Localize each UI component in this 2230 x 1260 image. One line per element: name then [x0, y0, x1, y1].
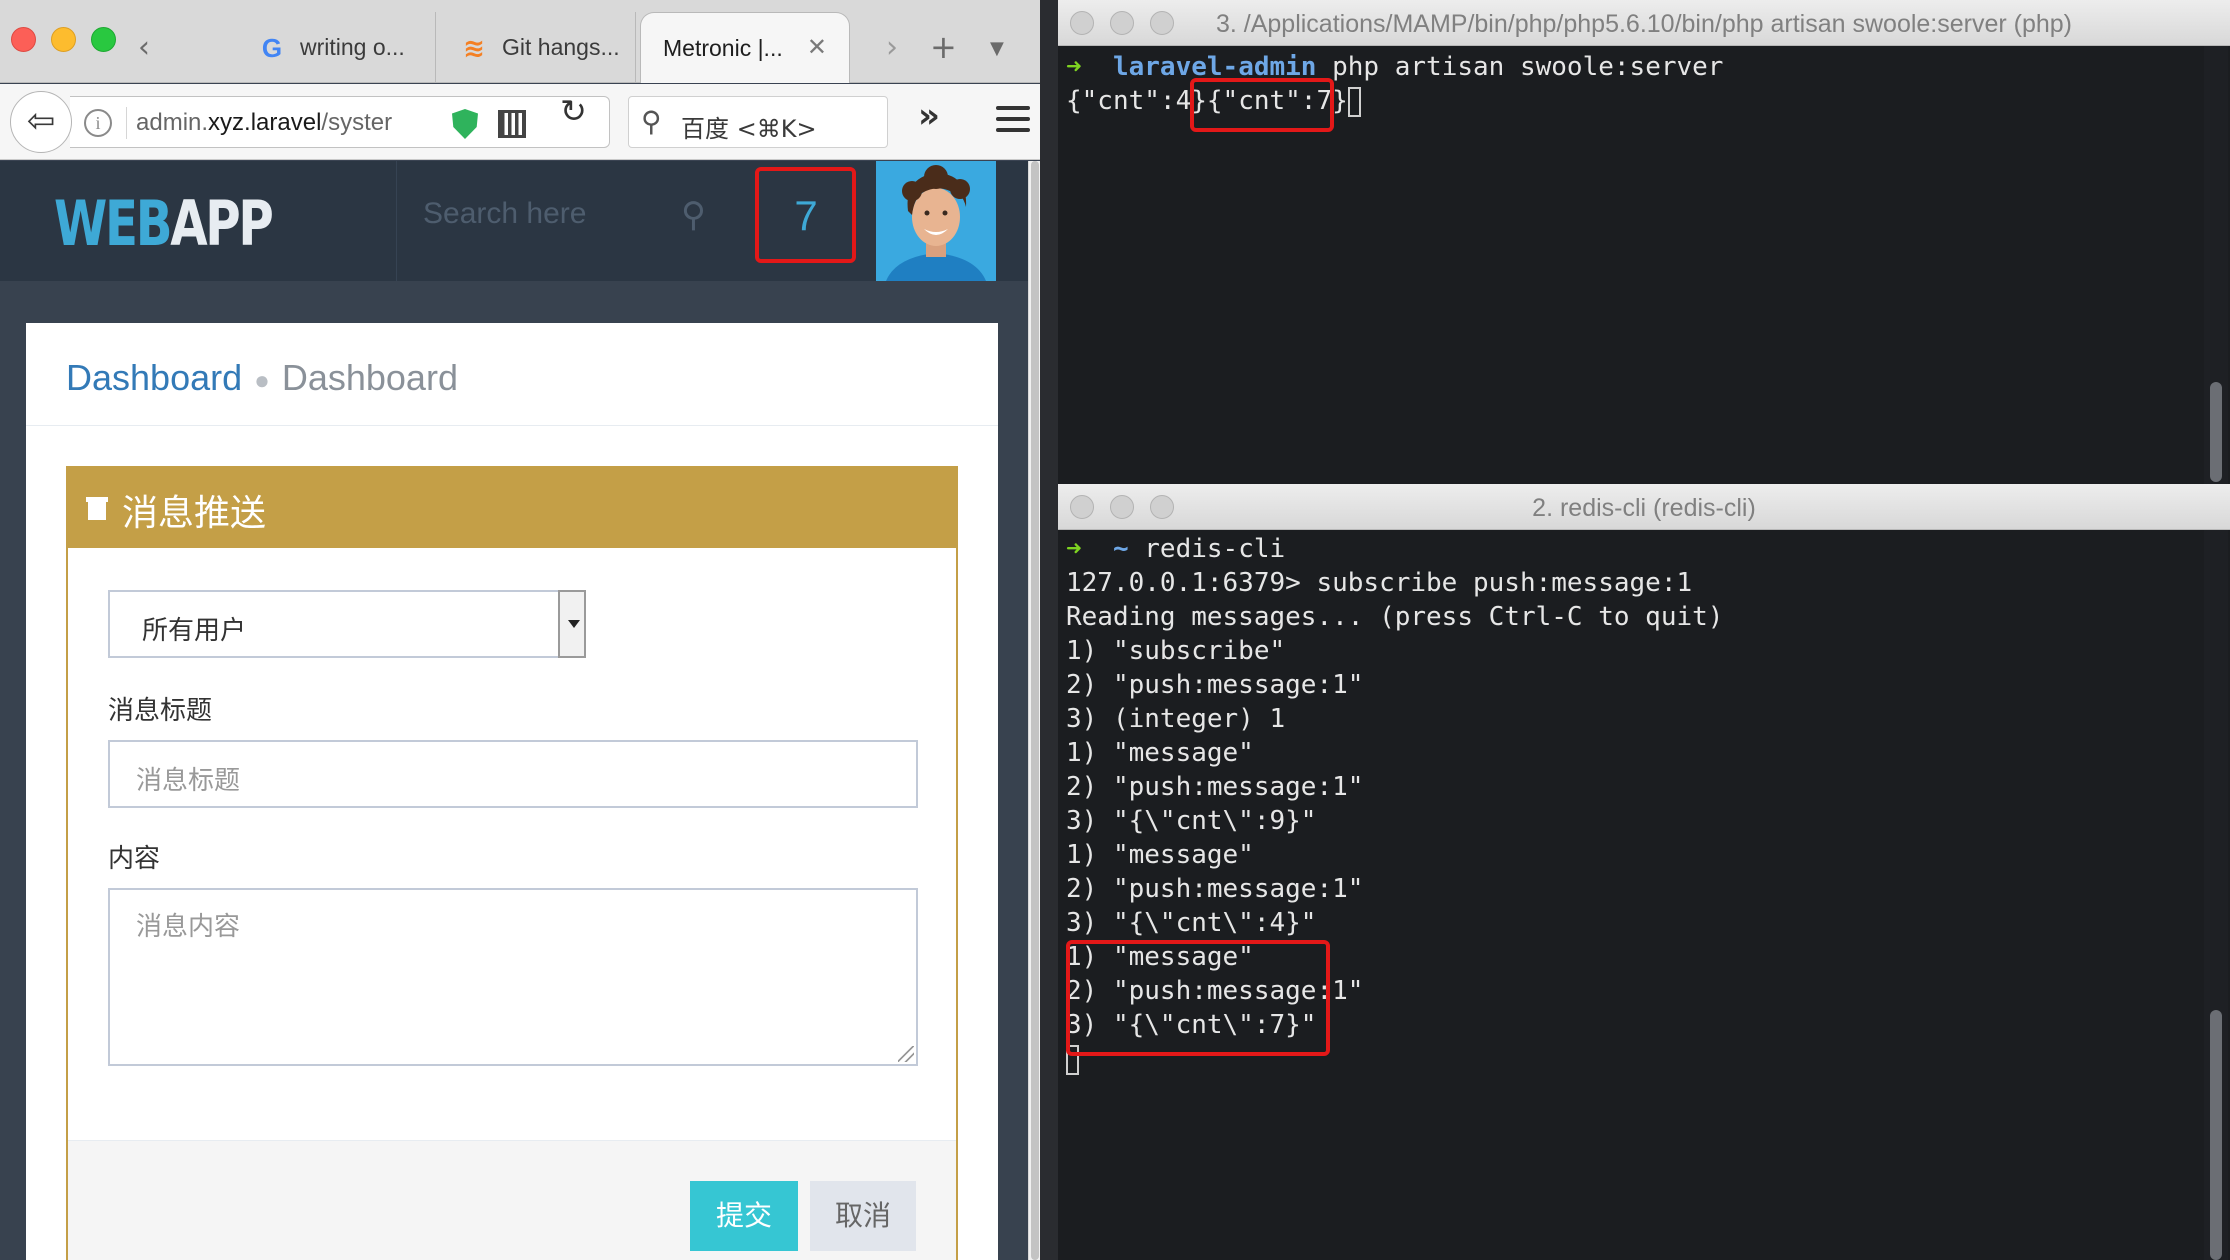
terminal-cursor [1347, 86, 1361, 117]
recipient-select[interactable]: 所有用户 [108, 590, 586, 658]
search-placeholder: 百度 <⌘K> [681, 115, 817, 143]
terminal-title: 2. redis-cli (redis-cli) [1532, 494, 1756, 522]
url-text[interactable]: admin.xyz.laravel/syster [136, 109, 476, 137]
search-icon: ⚲ [641, 105, 662, 138]
breadcrumb: Dashboard ● Dashboard [66, 357, 458, 399]
tab-list-chevron-down-icon[interactable]: ▼ [990, 38, 1004, 59]
terminal-output-line: 127.0.0.1:6379> subscribe push:message:1 [1066, 568, 1693, 598]
title-input[interactable]: 消息标题 [108, 740, 918, 808]
terminal-command: php artisan swoole:server [1332, 52, 1724, 82]
prompt-arrow: ➜ [1066, 534, 1082, 564]
title-input-placeholder: 消息标题 [136, 766, 241, 796]
zoom-window-button[interactable] [91, 27, 116, 52]
divider [26, 425, 998, 426]
app-header: WEBAPP Search here ⚲ 7 [0, 161, 1028, 281]
recipient-select-value: 所有用户 [142, 616, 247, 646]
terminal-swoole-server: 3. /Applications/MAMP/bin/php/php5.6.10/… [1058, 0, 2230, 484]
terminal-output-line: 1) "subscribe" [1066, 636, 1286, 666]
terminal-command: redis-cli [1144, 534, 1286, 564]
terminal-output-line: 1) "message" [1066, 738, 1254, 768]
gift-icon [86, 497, 108, 520]
prompt-arrow: ➜ [1066, 52, 1082, 82]
terminal-output-line: 2) "push:message:1" [1066, 772, 1364, 802]
terminal-scrollbar[interactable] [2204, 46, 2228, 484]
terminal-output-line: 2) "push:message:1" [1066, 874, 1364, 904]
portlet-title-bar: 消息推送 [68, 468, 956, 548]
tab-scroll-right-icon[interactable]: › [886, 30, 898, 65]
minimize-window-button[interactable] [51, 27, 76, 52]
tab-google[interactable]: G writing o... [238, 12, 436, 83]
annotation-highlight-box [1190, 78, 1334, 132]
header-search-input[interactable]: Search here [423, 197, 586, 231]
chevron-down-icon[interactable] [558, 590, 586, 658]
reload-button[interactable]: ↻ [560, 92, 587, 130]
page-scrollbar-thumb[interactable] [1031, 161, 1039, 1260]
window-gap [1040, 0, 1058, 1260]
url-bar[interactable]: i admin.xyz.laravel/syster [70, 96, 610, 148]
portlet-title: 消息推送 [122, 493, 267, 534]
resize-handle[interactable] [898, 1046, 914, 1062]
prompt-directory: ~ [1112, 534, 1129, 564]
terminal-scrollbar-thumb[interactable] [2210, 1010, 2222, 1260]
close-window-button[interactable] [11, 27, 36, 52]
terminal-titlebar: 3. /Applications/MAMP/bin/php/php5.6.10/… [1058, 0, 2230, 46]
tab-scroll-left-icon[interactable]: ‹ [138, 30, 150, 65]
tab-bar: ‹ G writing o... ≋ Git hangs... Metronic… [0, 0, 1040, 83]
terminal-output-line: {"cnt":4} [1066, 86, 1207, 116]
annotation-highlight-box [1066, 940, 1330, 1056]
breadcrumb-link[interactable]: Dashboard [66, 357, 242, 398]
browser-search-bar[interactable]: ⚲ 百度 <⌘K> [628, 96, 888, 148]
qr-code-icon[interactable] [498, 110, 526, 138]
tab-label: writing o... [300, 34, 405, 60]
title-label: 消息标题 [108, 696, 213, 726]
submit-button[interactable]: 提交 [690, 1181, 798, 1251]
stackoverflow-icon: ≋ [463, 32, 485, 63]
tab-label: Metronic |... [663, 34, 783, 61]
terminal-output-line: 1) "message" [1066, 840, 1254, 870]
url-separator [126, 107, 127, 139]
content-textarea-placeholder: 消息内容 [136, 912, 241, 942]
toolbar-overflow-icon[interactable]: » [918, 96, 940, 136]
page-body: Dashboard ● Dashboard 消息推送 所有用户 消息标题 消息标题 … [0, 281, 1028, 1260]
terminal-titlebar: 2. redis-cli (redis-cli) [1058, 484, 2230, 530]
terminal-output[interactable]: ➜ laravel-admin php artisan swoole:serve… [1066, 50, 1723, 118]
cancel-button[interactable]: 取消 [810, 1181, 916, 1251]
avatar[interactable] [876, 161, 996, 281]
navigation-toolbar: i admin.xyz.laravel/syster ⇦ ↻ ⚲ 百度 <⌘K>… [0, 84, 1040, 160]
browser-window: ‹ G writing o... ≋ Git hangs... Metronic… [0, 0, 1040, 1260]
breadcrumb-separator: ● [254, 364, 270, 395]
tab-stackoverflow[interactable]: ≋ Git hangs... [440, 12, 636, 83]
breadcrumb-current: Dashboard [281, 357, 458, 398]
new-tab-icon[interactable]: + [930, 28, 957, 66]
app-logo[interactable]: WEBAPP [54, 187, 274, 260]
tab-label: Git hangs... [502, 34, 620, 60]
terminal-output-line: 3) "{\"cnt\":9}" [1066, 806, 1317, 836]
annotation-highlight-box [755, 167, 856, 263]
terminal-scrollbar[interactable] [2204, 530, 2228, 1260]
tab-close-icon[interactable]: ✕ [807, 33, 827, 62]
terminal-output-line: 3) "{\"cnt\":4}" [1066, 908, 1317, 938]
terminal-title: 3. /Applications/MAMP/bin/php/php5.6.10/… [1215, 10, 2073, 38]
google-icon: G [261, 32, 283, 63]
header-search[interactable]: Search here ⚲ [396, 161, 728, 281]
content-label: 内容 [108, 844, 161, 874]
content-textarea[interactable]: 消息内容 [108, 888, 918, 1066]
hamburger-menu-icon[interactable] [996, 106, 1030, 136]
site-info-icon[interactable]: i [84, 109, 112, 137]
terminal-output-line: 3) (integer) 1 [1066, 704, 1286, 734]
search-icon[interactable]: ⚲ [681, 195, 706, 235]
terminal-redis-cli: 2. redis-cli (redis-cli) ➜ ~ redis-cli 1… [1058, 484, 2230, 1260]
back-button[interactable]: ⇦ [10, 91, 72, 153]
push-message-portlet: 消息推送 所有用户 消息标题 消息标题 内容 消息内容 提交 取消 [66, 466, 958, 1260]
page-scrollbar[interactable] [1028, 161, 1040, 1260]
tab-metronic[interactable]: Metronic |... ✕ [640, 12, 850, 83]
terminal-output-line: 2) "push:message:1" [1066, 670, 1364, 700]
terminal-output-line: Reading messages... (press Ctrl-C to qui… [1066, 602, 1724, 632]
content-card: Dashboard ● Dashboard 消息推送 所有用户 消息标题 消息标题 … [26, 323, 998, 1260]
terminal-scrollbar-thumb[interactable] [2210, 382, 2222, 482]
form-actions: 提交 取消 [68, 1140, 956, 1260]
